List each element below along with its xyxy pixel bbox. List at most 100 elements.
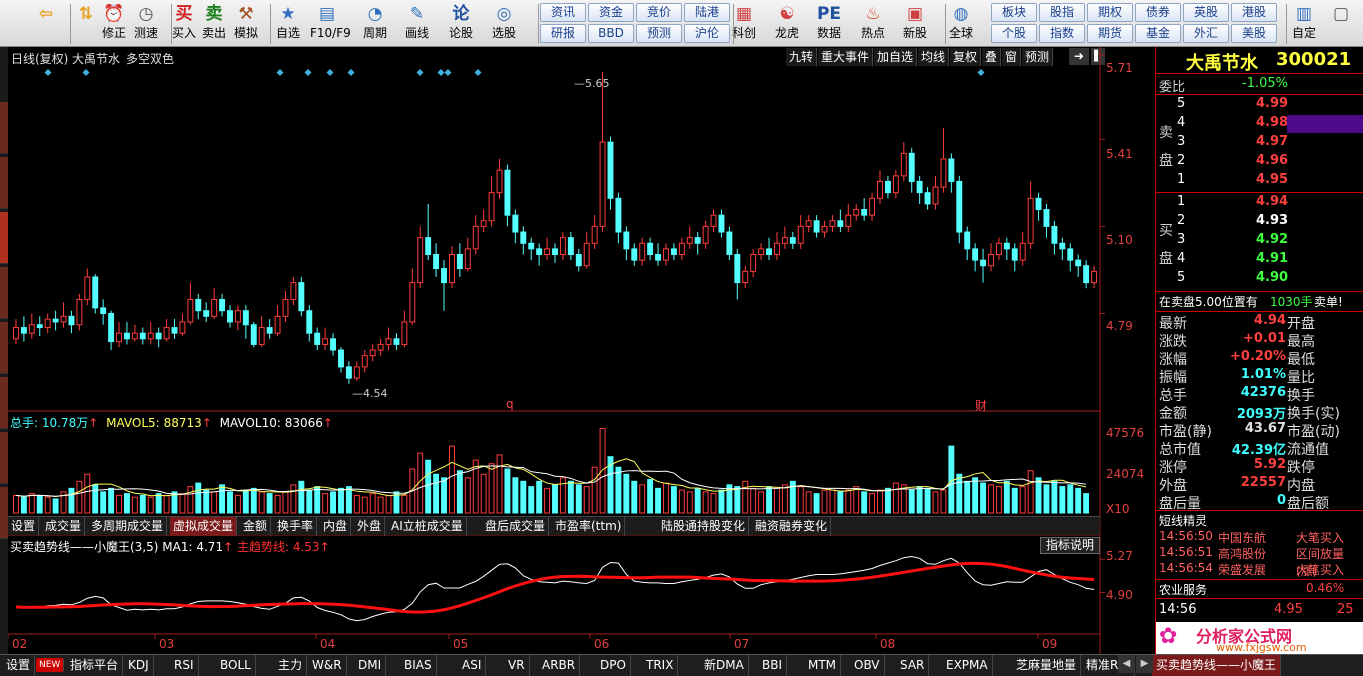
- kline-chart-area[interactable]: 日线(复权) 大禹节水 多空双色 九转 重大事件 加自选 均线 复权叠窗预测 ➜ ▌ 5…: [8, 47, 1155, 657]
- vol-tab-内盘[interactable]: 内盘: [320, 517, 352, 536]
- side-tab-4[interactable]: [0, 267, 8, 319]
- bottom-tab-KDJ[interactable]: KDJ: [124, 655, 154, 676]
- vol-tab-设置[interactable]: 设置: [8, 517, 40, 536]
- jingling-title-row[interactable]: 短线精灵: [1156, 512, 1363, 530]
- candle-body: [488, 192, 495, 222]
- vol-tab-盘后成交量[interactable]: 盘后成交量: [482, 517, 550, 536]
- candle-body: [599, 141, 606, 227]
- mid-新股-button[interactable]: ▣ 新股: [898, 2, 932, 45]
- mid-数据-button[interactable]: PE 数据: [812, 2, 846, 45]
- bottom-tab-指标平台[interactable]: 指标平台: [66, 655, 124, 676]
- left-测速-button[interactable]: ◷ 测速: [129, 2, 163, 45]
- vol-tab-市盈率(ttm)[interactable]: 市盈率(ttm): [552, 517, 626, 536]
- bottom-tab-NEW[interactable]: NEW: [36, 658, 65, 672]
- left-F10/F9-button[interactable]: ▤ F10/F9: [310, 2, 351, 45]
- grid-button-沪伦[interactable]: 沪伦: [684, 24, 730, 43]
- left-画线-button[interactable]: ✎ 画线: [400, 2, 434, 45]
- grid-button-研报[interactable]: 研报: [540, 24, 586, 43]
- bottom-tab-MTM[interactable]: MTM: [804, 655, 842, 676]
- grid-button-陆港[interactable]: 陆港: [684, 3, 730, 22]
- grid2-button-个股[interactable]: 个股: [991, 24, 1037, 43]
- grid2-button-期权[interactable]: 期权: [1087, 3, 1133, 22]
- mid-热点-button[interactable]: ♨ 热点: [856, 2, 890, 45]
- vol-tab-陆股通持股变化[interactable]: 陆股通持股变化: [658, 517, 750, 536]
- candle-body: [385, 338, 392, 345]
- grid2-button-港股[interactable]: 港股: [1231, 3, 1277, 22]
- grid2-button-英股[interactable]: 英股: [1183, 3, 1229, 22]
- bottom-tab-TRIX[interactable]: TRIX: [642, 655, 679, 676]
- grid-button-资金[interactable]: 资金: [588, 3, 634, 22]
- grid2-button-外汇[interactable]: 外汇: [1183, 24, 1229, 43]
- bottom-tab-BIAS[interactable]: BIAS: [400, 655, 437, 676]
- low-price-label: —4.54: [352, 387, 388, 400]
- tab-scroll-left-icon[interactable]: ◀: [1118, 655, 1135, 673]
- left-选股-button[interactable]: ◎ 选股: [487, 2, 521, 45]
- bottom-tab-新DMA[interactable]: 新DMA: [700, 655, 749, 676]
- grid-button-预测[interactable]: 预测: [636, 24, 682, 43]
- vol-tab-金额[interactable]: 金额: [240, 517, 272, 536]
- bottom-tab-EXPMA[interactable]: EXPMA: [942, 655, 993, 676]
- grid2-button-基金[interactable]: 基金: [1135, 24, 1181, 43]
- side-tab-1[interactable]: [0, 102, 8, 154]
- left-周期-button[interactable]: ◔ 周期: [358, 2, 392, 45]
- indicator-main-trend-line: [15, 561, 1095, 614]
- bottom-tab-芝麻量地量[interactable]: 芝麻量地量: [1012, 655, 1082, 676]
- grid2-button-指数[interactable]: 指数: [1039, 24, 1085, 43]
- bottom-tab-ARBR[interactable]: ARBR: [538, 655, 581, 676]
- bottom-tab-W&R[interactable]: W&R: [308, 655, 347, 676]
- tab-scroll-right-icon[interactable]: ▶: [1136, 655, 1153, 673]
- right-自定-button[interactable]: ▥ 自定: [1287, 2, 1321, 45]
- grid-button-BBD[interactable]: BBD: [588, 24, 634, 43]
- vol-tab-多周期成交量[interactable]: 多周期成交量: [88, 517, 168, 536]
- vol-tab-成交量[interactable]: 成交量: [42, 517, 86, 536]
- side-tab-3[interactable]: [0, 212, 8, 264]
- bottom-tab-RSI[interactable]: RSI: [170, 655, 199, 676]
- grid-button-资讯[interactable]: 资讯: [540, 3, 586, 22]
- mid-龙虎-button[interactable]: ☯ 龙虎: [770, 2, 804, 45]
- bottom-tab-BBI[interactable]: BBI: [758, 655, 788, 676]
- grid-button-竞价[interactable]: 竞价: [636, 3, 682, 22]
- jingling-title: 短线精灵: [1159, 514, 1208, 528]
- bottom-tab-DMI[interactable]: DMI: [354, 655, 387, 676]
- bottom-tab-ASI[interactable]: ASI: [458, 655, 487, 676]
- grid2-button-美股[interactable]: 美股: [1231, 24, 1277, 43]
- bottom-tab-买卖趋势线——小魔王[interactable]: 买卖趋势线——小魔王: [1152, 655, 1282, 676]
- vol-tab-AI立桩成交量[interactable]: AI立桩成交量: [388, 517, 467, 536]
- vol-tab-外盘[interactable]: 外盘: [354, 517, 386, 536]
- grid2-button-板块[interactable]: 板块: [991, 3, 1037, 22]
- indicator-help-button[interactable]: 指标说明: [1040, 537, 1100, 554]
- side-tab-2[interactable]: [0, 157, 8, 209]
- jingling-row[interactable]: 14:56:51 高鸿股份 区间放量(涨): [1156, 545, 1363, 578]
- mid-全球-button[interactable]: ◍ 全球: [944, 2, 978, 45]
- left-修正-button[interactable]: ⏰ 修正: [97, 2, 131, 45]
- side-tab-6[interactable]: [0, 377, 8, 429]
- bottom-tab-主力[interactable]: 主力: [274, 655, 308, 676]
- left-模拟-button[interactable]: ⚒ 模拟: [229, 2, 263, 45]
- jingling-row[interactable]: 14:56:54 荣盛发展 大笔买入: [1156, 561, 1363, 577]
- grid2-button-股指[interactable]: 股指: [1039, 3, 1085, 22]
- sector-row[interactable]: 农业服务 0.46%: [1156, 581, 1363, 599]
- bottom-tab-BOLL[interactable]: BOLL: [216, 655, 256, 676]
- left-买入-button[interactable]: 买买入: [167, 2, 201, 45]
- bottom-tab-VR[interactable]: VR: [504, 655, 530, 676]
- left-自选-button[interactable]: ★ 自选: [271, 2, 305, 45]
- left-back-arrow-button[interactable]: ⇦: [29, 2, 63, 45]
- vol-tab-虚拟成交量[interactable]: 虚拟成交量: [170, 517, 238, 536]
- candle-body: [322, 338, 329, 345]
- left-卖出-button[interactable]: 卖卖出: [197, 2, 231, 45]
- candle-body: [900, 152, 907, 177]
- jingling-row[interactable]: 14:56:50 中国东航 大笔买入: [1156, 529, 1363, 545]
- right-window-button[interactable]: ▢: [1324, 2, 1358, 45]
- vol-tab-换手率[interactable]: 换手率: [274, 517, 318, 536]
- side-tab-5[interactable]: [0, 322, 8, 374]
- grid2-button-债券[interactable]: 债券: [1135, 3, 1181, 22]
- bottom-tab-OBV[interactable]: OBV: [850, 655, 885, 676]
- bottom-tab-SAR[interactable]: SAR: [896, 655, 930, 676]
- side-tab-8[interactable]: [0, 487, 8, 539]
- vol-tab-融资融券变化[interactable]: 融资融券变化: [752, 517, 832, 536]
- side-tab-7[interactable]: [0, 432, 8, 484]
- grid2-button-期货[interactable]: 期货: [1087, 24, 1133, 43]
- left-论股-button[interactable]: 论论股: [444, 2, 478, 45]
- bottom-tab-设置[interactable]: 设置: [2, 655, 36, 676]
- bottom-tab-DPO[interactable]: DPO: [596, 655, 631, 676]
